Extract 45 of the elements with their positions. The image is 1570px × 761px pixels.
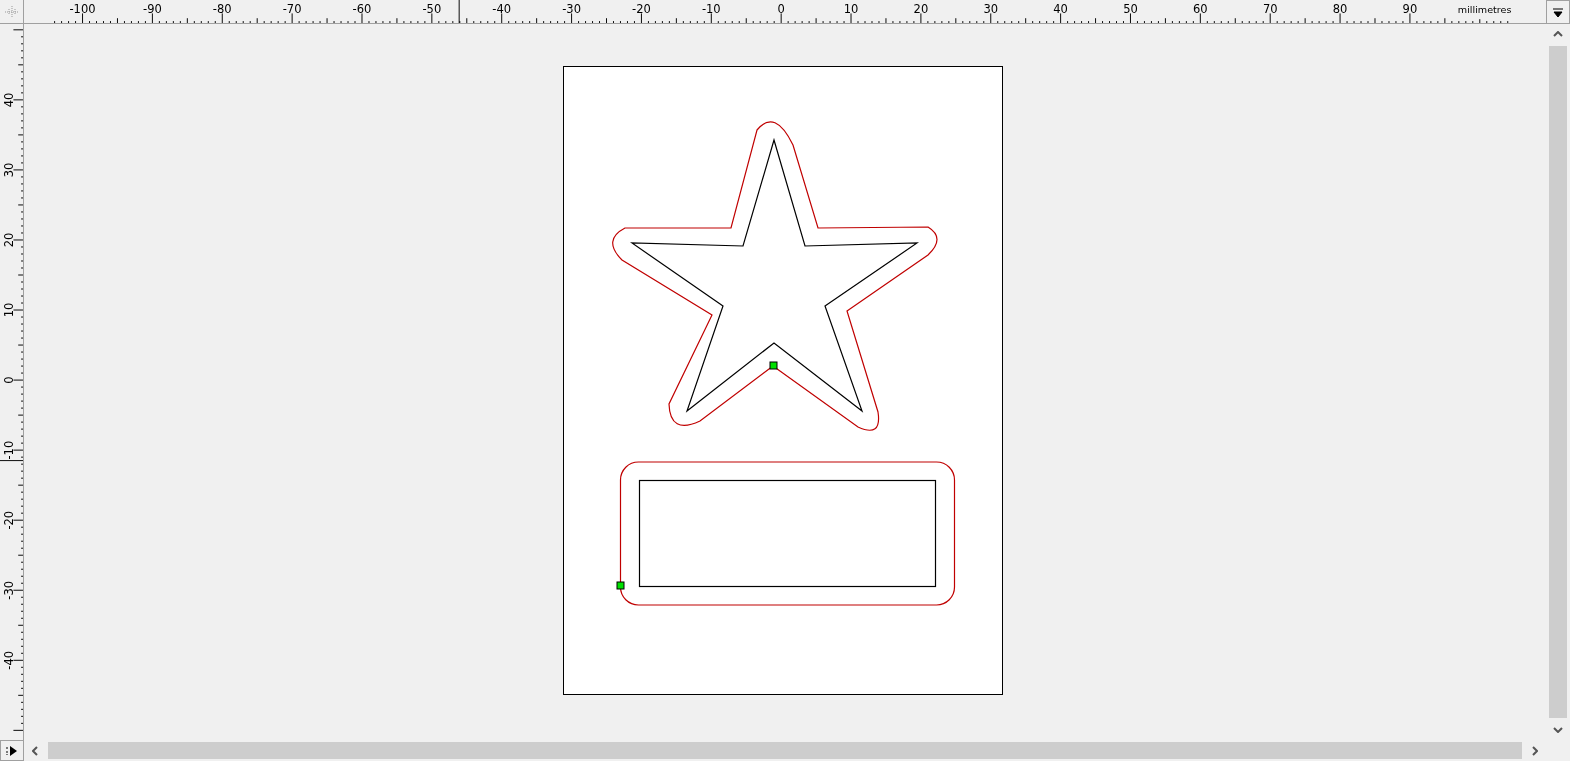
- ruler-label: 10: [2, 302, 17, 318]
- unit-label: millimetres: [1457, 4, 1512, 16]
- scrollbar-thumb[interactable]: [1549, 46, 1567, 718]
- crosshair-icon: [4, 5, 19, 18]
- ruler-label: 20: [913, 2, 929, 17]
- ruler-label: 90: [1402, 2, 1418, 17]
- ruler-label: 30: [2, 162, 17, 178]
- star-toolpath[interactable]: [612, 121, 938, 431]
- ruler-label: -50: [422, 2, 442, 17]
- ruler-label: 10: [843, 2, 859, 17]
- ruler-label: 0: [777, 2, 785, 17]
- start-point-marker[interactable]: [769, 361, 778, 370]
- ruler-label: -10: [2, 440, 17, 460]
- cursor-marker: [458, 0, 460, 24]
- rectangle-shape[interactable]: [638, 479, 937, 588]
- ruler-label: -30: [2, 580, 17, 600]
- ruler-label: 70: [1262, 2, 1278, 17]
- ruler-label: -20: [632, 2, 651, 17]
- ruler-label: -70: [282, 2, 302, 17]
- ruler-label: 0: [2, 376, 17, 384]
- scrollbar-thumb[interactable]: [48, 742, 1522, 759]
- ruler-units-dropdown[interactable]: [1546, 0, 1570, 24]
- ruler-label: 30: [983, 2, 999, 17]
- ruler-label: -80: [212, 2, 232, 17]
- ruler-label: 80: [1332, 2, 1348, 17]
- star-shape[interactable]: [630, 137, 919, 413]
- ruler-label: 20: [2, 232, 17, 248]
- play-icon: [6, 745, 18, 756]
- ruler-label: 40: [1053, 2, 1068, 17]
- ruler-label: -100: [69, 2, 96, 17]
- rectangle-toolpath[interactable]: [619, 461, 956, 606]
- ruler-label: -40: [492, 2, 512, 17]
- ruler-label: -60: [352, 2, 372, 17]
- start-point-marker[interactable]: [616, 581, 625, 590]
- ruler-label: 60: [1193, 2, 1208, 17]
- ruler-label: -10: [701, 2, 721, 17]
- ruler-label: -40: [2, 650, 17, 670]
- caret-icon: [1553, 7, 1563, 17]
- toggle-panel-button[interactable]: [0, 740, 24, 761]
- ruler-label: -20: [2, 510, 17, 530]
- ruler-label: 40: [2, 92, 17, 108]
- ruler-label: -90: [143, 2, 162, 17]
- ruler-label: -30: [562, 2, 581, 17]
- ruler-label: 50: [1123, 2, 1138, 17]
- cursor-marker: [0, 460, 24, 462]
